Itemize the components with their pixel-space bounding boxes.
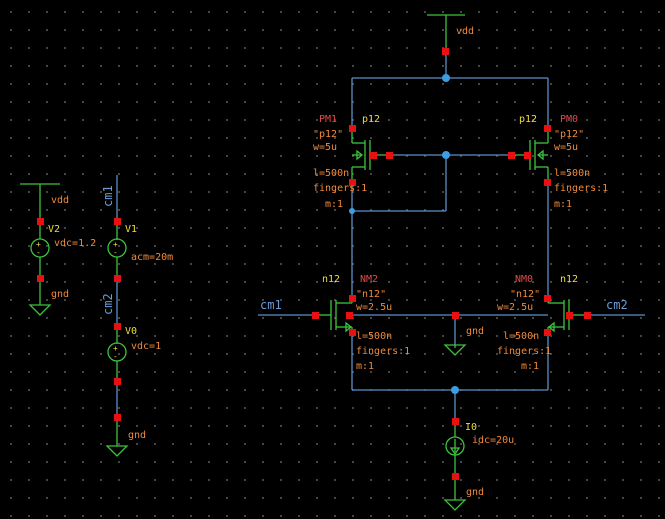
- pm1-fingers: fingers:1: [313, 183, 367, 194]
- pm0-model: p12: [519, 114, 537, 125]
- nm0-name: NM0: [515, 274, 533, 285]
- nm0-l: l=500n: [503, 331, 539, 342]
- net-label-cm1-v1: cm1: [101, 185, 115, 207]
- pm1-m: m:1: [325, 199, 343, 210]
- voltage-source-v1[interactable]: + -: [107, 224, 127, 276]
- gnd-symbol-body: [443, 344, 467, 356]
- v2-param: vdc=1.2: [54, 238, 96, 249]
- net-label-vdd-v2: vdd: [51, 195, 69, 206]
- schematic-canvas[interactable]: + - + - + - vdd vdd gnd gnd gnd gnd cm1 …: [0, 0, 665, 519]
- i0-param: idc=20u: [472, 435, 514, 446]
- nm2-m: m:1: [356, 361, 374, 372]
- v0-name: V0: [125, 326, 137, 337]
- nm0-fingers: fingers:1: [497, 346, 551, 357]
- nm0-model: n12: [560, 274, 578, 285]
- net-label-cm2-input: cm2: [606, 298, 628, 312]
- wires: [116, 55, 645, 420]
- v2-name: V2: [48, 224, 60, 235]
- net-label-cm2-v0: cm2: [101, 293, 115, 315]
- pm0-l: l=500n: [554, 168, 590, 179]
- net-label-gnd-v0: gnd: [128, 430, 146, 441]
- nm2-l: l=500n: [356, 331, 392, 342]
- svg-text:-: -: [113, 248, 118, 257]
- nm0-m: m:1: [521, 361, 539, 372]
- nm2-name: NM2: [360, 274, 378, 285]
- pins: [37, 48, 591, 480]
- voltage-source-v2[interactable]: + -: [28, 222, 52, 316]
- nm2-cell: "n12": [356, 289, 386, 300]
- net-label-cm1-input: cm1: [260, 298, 282, 312]
- pm1-l: l=500n: [313, 168, 349, 179]
- net-label-gnd-body: gnd: [466, 326, 484, 337]
- net-label-gnd-v2: gnd: [51, 289, 69, 300]
- pm0-labels: p12 PM0 "p12" w=5u l=500n fingers:1 m:1: [519, 114, 608, 210]
- v1-param: acm=20m: [131, 252, 173, 263]
- pm1-w: w=5u: [313, 142, 337, 153]
- pm0-fingers: fingers:1: [554, 183, 608, 194]
- net-label-vdd-main: vdd: [456, 26, 474, 37]
- pm0-w: w=5u: [554, 142, 578, 153]
- svg-text:-: -: [113, 352, 118, 361]
- current-source-i0[interactable]: [443, 424, 467, 511]
- pm0-name: PM0: [560, 114, 578, 125]
- pm1-name: PM1: [319, 114, 337, 125]
- schematic: + - + - + - vdd vdd gnd gnd gnd gnd cm1 …: [20, 14, 645, 511]
- v1-name: V1: [125, 224, 137, 235]
- net-label-gnd-i0: gnd: [466, 487, 484, 498]
- v0-param: vdc=1: [131, 341, 161, 352]
- nm0-labels: NM0 n12 "n12" w=2.5u l=500n fingers:1 m:…: [497, 274, 578, 372]
- pm1-cell: "p12": [313, 129, 343, 140]
- nm2-w: w=2.5u: [356, 302, 392, 313]
- svg-text:-: -: [36, 248, 41, 257]
- nm2-labels: n12 NM2 "n12" w=2.5u l=500n fingers:1 m:…: [322, 274, 410, 372]
- nm0-cell: "n12": [510, 289, 540, 300]
- nm0-w: w=2.5u: [497, 302, 533, 313]
- i0-name: I0: [465, 422, 477, 433]
- pm0-m: m:1: [554, 199, 572, 210]
- nm2-model: n12: [322, 274, 340, 285]
- pm1-model: p12: [362, 114, 380, 125]
- pm0-cell: "p12": [554, 129, 584, 140]
- nm2-fingers: fingers:1: [356, 346, 410, 357]
